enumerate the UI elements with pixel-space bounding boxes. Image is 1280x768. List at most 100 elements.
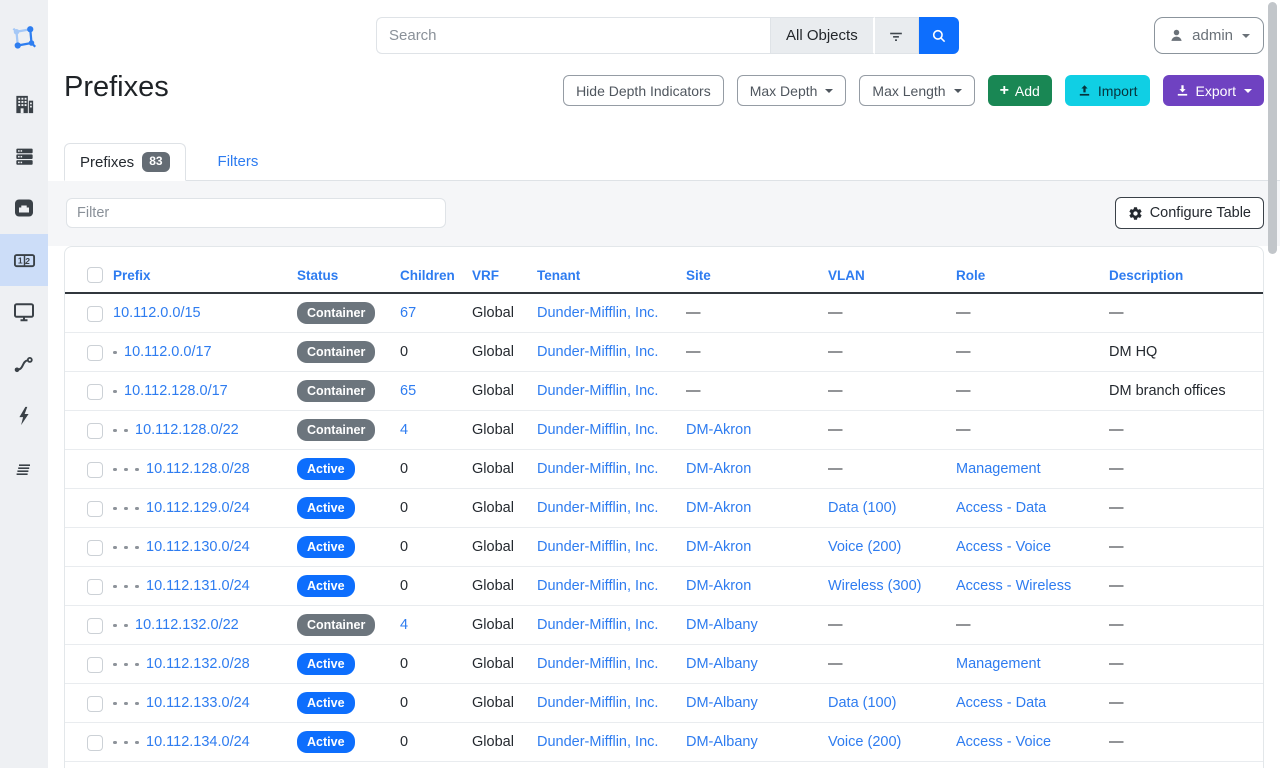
role-link[interactable]: Management [956, 461, 1041, 477]
vlan-link[interactable]: Data (100) [828, 500, 897, 516]
export-dropdown[interactable]: Export [1163, 75, 1264, 106]
vlan-link[interactable]: Voice (200) [828, 539, 901, 555]
site-link[interactable]: DM-Akron [686, 539, 751, 555]
sidebar-item-power[interactable] [0, 390, 48, 442]
prefix-link[interactable]: 10.112.134.0/24 [146, 734, 250, 750]
row-checkbox[interactable] [87, 384, 103, 400]
sidebar-item-organization[interactable] [0, 78, 48, 130]
vlan-link[interactable]: Wireless (300) [828, 578, 921, 594]
add-button[interactable]: + Add [988, 75, 1052, 106]
column-header-role[interactable]: Role [956, 253, 1109, 293]
netbox-logo[interactable] [0, 12, 48, 64]
role-link[interactable]: Access - Voice [956, 539, 1051, 555]
prefix-link[interactable]: 10.112.128.0/22 [135, 422, 239, 438]
row-checkbox[interactable] [87, 462, 103, 478]
tenant-link[interactable]: Dunder-Mifflin, Inc. [537, 422, 658, 438]
quick-filter-input[interactable] [66, 198, 446, 228]
search-filter-button[interactable] [875, 17, 919, 54]
sidebar-item-provisioning[interactable] [0, 442, 48, 494]
max-length-dropdown[interactable]: Max Length [859, 75, 974, 106]
tab-filters[interactable]: Filters [203, 142, 274, 180]
tenant-link[interactable]: Dunder-Mifflin, Inc. [537, 734, 658, 750]
row-checkbox[interactable] [87, 345, 103, 361]
tenant-link[interactable]: Dunder-Mifflin, Inc. [537, 617, 658, 633]
tenant-link[interactable]: Dunder-Mifflin, Inc. [537, 500, 658, 516]
row-checkbox[interactable] [87, 423, 103, 439]
prefix-link[interactable]: 10.112.132.0/22 [135, 617, 239, 633]
sidebar-item-virtualization[interactable] [0, 286, 48, 338]
role-link[interactable]: Access - Data [956, 500, 1046, 516]
select-all-checkbox[interactable] [87, 267, 103, 283]
search-input[interactable] [376, 17, 770, 54]
children-count-link[interactable]: 4 [400, 422, 408, 438]
prefix-link[interactable]: 10.112.129.0/24 [146, 500, 250, 516]
column-sort-link[interactable]: Children [400, 268, 455, 283]
site-link[interactable]: DM-Akron [686, 461, 751, 477]
tenant-link[interactable]: Dunder-Mifflin, Inc. [537, 344, 658, 360]
tenant-link[interactable]: Dunder-Mifflin, Inc. [537, 656, 658, 672]
max-depth-dropdown[interactable]: Max Depth [737, 75, 847, 106]
prefix-link[interactable]: 10.112.133.0/24 [146, 695, 250, 711]
row-checkbox[interactable] [87, 579, 103, 595]
row-checkbox[interactable] [87, 657, 103, 673]
prefix-link[interactable]: 10.112.0.0/17 [124, 344, 212, 360]
column-header-status[interactable]: Status [297, 253, 400, 293]
tab-prefixes[interactable]: Prefixes 83 [64, 143, 186, 181]
column-header-description[interactable]: Description [1109, 253, 1263, 293]
prefix-link[interactable]: 10.112.0.0/15 [113, 305, 201, 321]
column-sort-link[interactable]: Site [686, 268, 711, 283]
vertical-scrollbar[interactable] [1268, 2, 1277, 254]
column-header-tenant[interactable]: Tenant [537, 253, 686, 293]
column-sort-link[interactable]: VRF [472, 268, 499, 283]
role-link[interactable]: Access - Wireless [956, 578, 1071, 594]
prefix-link[interactable]: 10.112.128.0/17 [124, 383, 228, 399]
tenant-link[interactable]: Dunder-Mifflin, Inc. [537, 383, 658, 399]
sidebar-item-circuits[interactable] [0, 338, 48, 390]
row-checkbox[interactable] [87, 540, 103, 556]
site-link[interactable]: DM-Albany [686, 617, 758, 633]
user-menu-button[interactable]: admin [1154, 17, 1264, 54]
site-link[interactable]: DM-Akron [686, 500, 751, 516]
children-count-link[interactable]: 65 [400, 383, 416, 399]
tenant-link[interactable]: Dunder-Mifflin, Inc. [537, 539, 658, 555]
vlan-link[interactable]: Voice (200) [828, 734, 901, 750]
sidebar-item-ipam[interactable]: 1 2 [0, 234, 48, 286]
site-link[interactable]: DM-Akron [686, 422, 751, 438]
column-header-prefix[interactable]: Prefix [113, 253, 297, 293]
row-checkbox[interactable] [87, 501, 103, 517]
column-header-vrf[interactable]: VRF [472, 253, 537, 293]
row-checkbox[interactable] [87, 696, 103, 712]
column-sort-link[interactable]: VLAN [828, 268, 865, 283]
vlan-link[interactable]: Data (100) [828, 695, 897, 711]
row-checkbox[interactable] [87, 735, 103, 751]
tenant-link[interactable]: Dunder-Mifflin, Inc. [537, 461, 658, 477]
prefix-link[interactable]: 10.112.132.0/28 [146, 656, 250, 672]
prefix-link[interactable]: 10.112.131.0/24 [146, 578, 250, 594]
search-submit-button[interactable] [919, 17, 959, 54]
import-button[interactable]: Import [1065, 75, 1150, 106]
configure-table-button[interactable]: Configure Table [1115, 197, 1264, 229]
column-sort-link[interactable]: Tenant [537, 268, 580, 283]
tenant-link[interactable]: Dunder-Mifflin, Inc. [537, 305, 658, 321]
column-sort-link[interactable]: Status [297, 268, 338, 283]
row-checkbox[interactable] [87, 306, 103, 322]
column-header-site[interactable]: Site [686, 253, 828, 293]
search-scope-button[interactable]: All Objects [770, 17, 875, 54]
prefix-link[interactable]: 10.112.130.0/24 [146, 539, 250, 555]
site-link[interactable]: DM-Albany [686, 656, 758, 672]
tenant-link[interactable]: Dunder-Mifflin, Inc. [537, 695, 658, 711]
column-header-vlan[interactable]: VLAN [828, 253, 956, 293]
column-sort-link[interactable]: Role [956, 268, 985, 283]
site-link[interactable]: DM-Akron [686, 578, 751, 594]
sidebar-item-devices[interactable] [0, 130, 48, 182]
role-link[interactable]: Access - Data [956, 695, 1046, 711]
row-checkbox[interactable] [87, 618, 103, 634]
tenant-link[interactable]: Dunder-Mifflin, Inc. [537, 578, 658, 594]
role-link[interactable]: Access - Voice [956, 734, 1051, 750]
hide-depth-indicators-button[interactable]: Hide Depth Indicators [563, 75, 724, 106]
children-count-link[interactable]: 4 [400, 617, 408, 633]
sidebar-item-connections[interactable] [0, 182, 48, 234]
site-link[interactable]: DM-Albany [686, 734, 758, 750]
role-link[interactable]: Management [956, 656, 1041, 672]
column-sort-link[interactable]: Prefix [113, 268, 151, 283]
